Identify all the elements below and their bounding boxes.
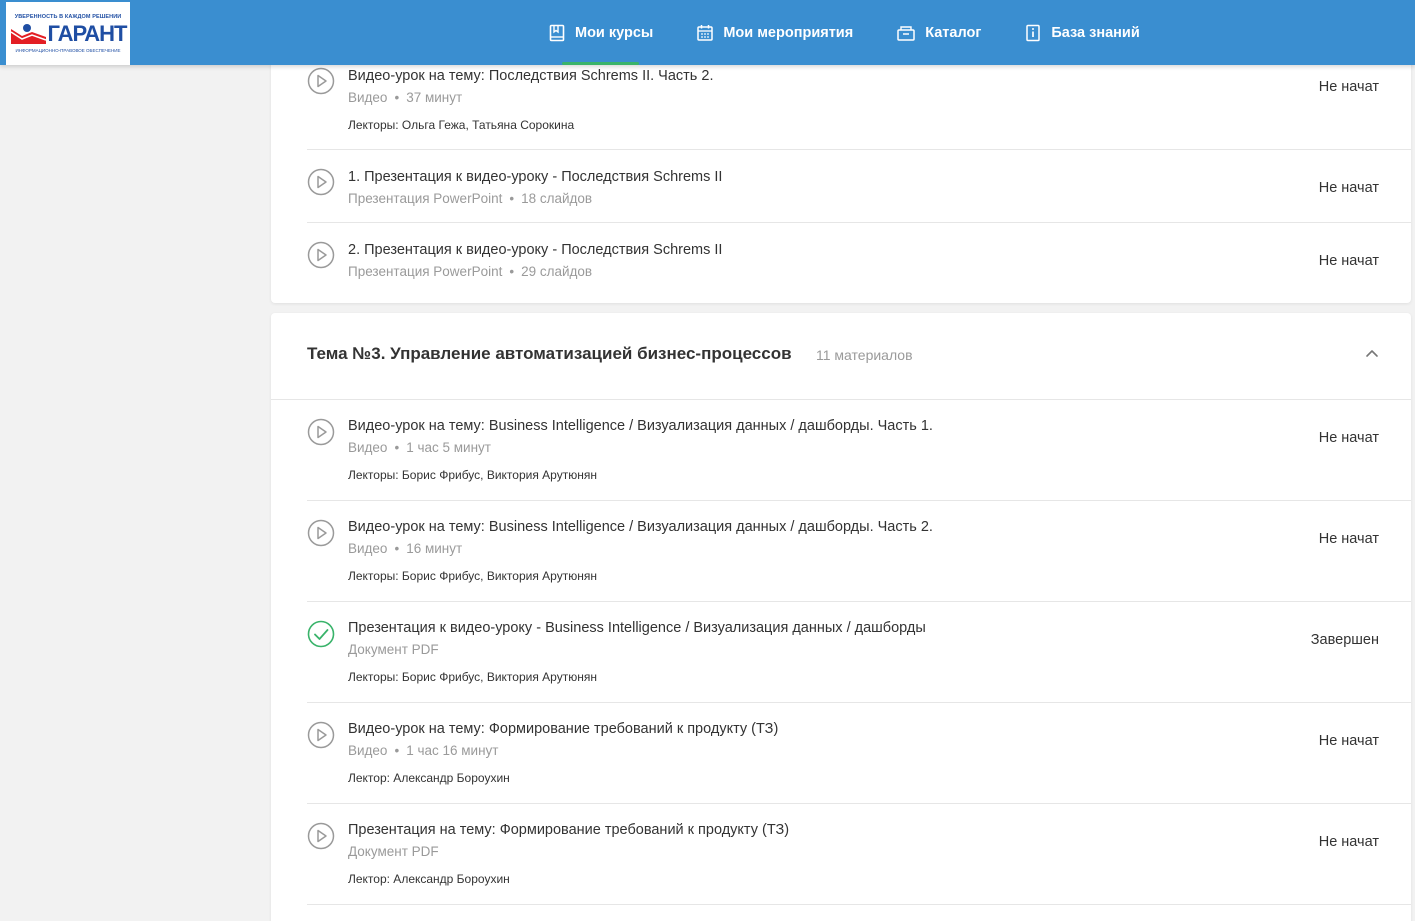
item-lecturers: Лектор: Александр Бороухин — [348, 771, 510, 785]
item-title[interactable]: Видео-урок на тему: Business Intelligenc… — [348, 519, 933, 535]
section-count: 11 материалов — [816, 347, 913, 363]
catalog-icon — [897, 25, 915, 41]
status-label: Не начат — [1318, 531, 1379, 547]
status-label: Завершен — [1310, 632, 1379, 648]
nav-catalog[interactable]: Каталог — [896, 0, 981, 65]
previous-topic-card: Видео-урок на тему: Последствия Schrems … — [271, 55, 1411, 303]
item-meta: Документ PDF — [348, 642, 439, 657]
section-header[interactable]: Тема №3. Управление автоматизацией бизне… — [271, 313, 1411, 400]
play-icon — [307, 519, 335, 547]
item-lecturers: Лекторы: Борис Фрибус, Виктория Арутюнян — [348, 569, 597, 583]
nav-knowledge-base-label: База знаний — [1051, 24, 1140, 41]
item-title[interactable]: Презентация к видео-уроку - Business Int… — [348, 620, 926, 636]
nav-my-courses[interactable]: Мои курсы — [548, 0, 653, 65]
list-item[interactable]: Видео-урок на тему: Business Intelligenc… — [307, 400, 1411, 501]
status-label: Не начат — [1318, 180, 1379, 196]
item-meta: Видео • 1 час 5 минут — [348, 440, 491, 455]
nav-my-events-label: Мои мероприятия — [723, 24, 854, 41]
calendar-icon — [697, 24, 714, 41]
item-meta: Видео • 16 минут — [348, 541, 463, 556]
play-icon — [307, 67, 335, 95]
status-label: Не начат — [1318, 733, 1379, 749]
play-icon — [307, 822, 335, 850]
item-title[interactable]: 2. Презентация к видео-уроку - Последств… — [348, 242, 722, 258]
logo-subtitle: ИНФОРМАЦИОННО-ПРАВОВОЕ ОБЕСПЕЧЕНИЕ — [15, 48, 121, 53]
item-meta: Видео • 37 минут — [348, 90, 463, 105]
item-lecturers: Лектор: Александр Бороухин — [348, 872, 510, 886]
main-nav: Мои курсы Мои мероприятия Каталог База з… — [548, 0, 1183, 65]
list-item[interactable]: Видео-урок на тему: Последствия Schrems … — [307, 55, 1411, 150]
play-icon — [307, 241, 335, 269]
logo-tagline: УВЕРЕННОСТЬ В КАЖДОМ РЕШЕНИИ — [14, 14, 122, 20]
status-label: Не начат — [1318, 430, 1379, 446]
play-icon — [307, 721, 335, 749]
item-meta: Документ PDF — [348, 844, 439, 859]
item-lecturers: Лекторы: Ольга Гежа, Татьяна Сорокина — [348, 118, 575, 132]
logo-wordmark: ГАРАНТ — [47, 21, 128, 46]
item-title[interactable]: 1. Презентация к видео-уроку - Последств… — [348, 169, 722, 185]
book-icon — [549, 24, 565, 41]
item-lecturers: Лекторы: Борис Фрибус, Виктория Арутюнян — [348, 468, 597, 482]
nav-catalog-label: Каталог — [925, 24, 982, 41]
item-title[interactable]: Видео-урок на тему: Business Intelligenc… — [348, 418, 933, 434]
top-header: УВЕРЕННОСТЬ В КАЖДОМ РЕШЕНИИ ГАРАНТ ИНФО… — [0, 0, 1415, 65]
list-item[interactable]: Презентация к видео-уроку - Business Int… — [307, 602, 1411, 703]
list-item[interactable]: Презентация на тему: Формирование требов… — [307, 804, 1411, 905]
status-label: Не начат — [1318, 253, 1379, 269]
item-meta: Видео • 1 час 16 минут — [348, 743, 499, 758]
item-title[interactable]: Видео-урок на тему: Последствия Schrems … — [348, 68, 713, 84]
chevron-up-icon[interactable] — [1365, 346, 1379, 360]
item-title[interactable]: Презентация на тему: Формирование требов… — [348, 822, 789, 838]
play-icon — [307, 168, 335, 196]
item-meta: Презентация PowerPoint • 29 слайдов — [348, 264, 593, 279]
list-item[interactable]: 1. Презентация к видео-уроку - Последств… — [307, 150, 1411, 223]
list-item[interactable]: 2. Презентация к видео-уроку - Последств… — [307, 223, 1411, 303]
logo-emblem-icon — [10, 24, 46, 44]
section-title: Тема №3. Управление автоматизацией бизне… — [307, 344, 792, 363]
item-title[interactable]: Видео-урок на тему: Формирование требова… — [348, 721, 778, 737]
nav-my-events[interactable]: Мои мероприятия — [696, 0, 853, 65]
nav-knowledge-base[interactable]: База знаний — [1024, 0, 1140, 65]
list-item[interactable]: Видео-урок на тему: Формирование требова… — [307, 703, 1411, 804]
topic-section-card: Тема №3. Управление автоматизацией бизне… — [271, 313, 1411, 921]
status-label: Не начат — [1318, 79, 1379, 95]
garant-logo[interactable]: УВЕРЕННОСТЬ В КАЖДОМ РЕШЕНИИ ГАРАНТ ИНФО… — [6, 2, 130, 65]
status-label: Не начат — [1318, 834, 1379, 850]
item-lecturers: Лекторы: Борис Фрибус, Виктория Арутюнян — [348, 670, 597, 684]
item-meta: Презентация PowerPoint • 18 слайдов — [348, 191, 593, 206]
check-circle-icon — [307, 620, 335, 648]
list-item[interactable]: Видео-урок на тему: Business Intelligenc… — [307, 501, 1411, 602]
nav-my-courses-label: Мои курсы — [575, 24, 654, 41]
play-icon — [307, 418, 335, 446]
knowledge-icon — [1026, 24, 1041, 41]
